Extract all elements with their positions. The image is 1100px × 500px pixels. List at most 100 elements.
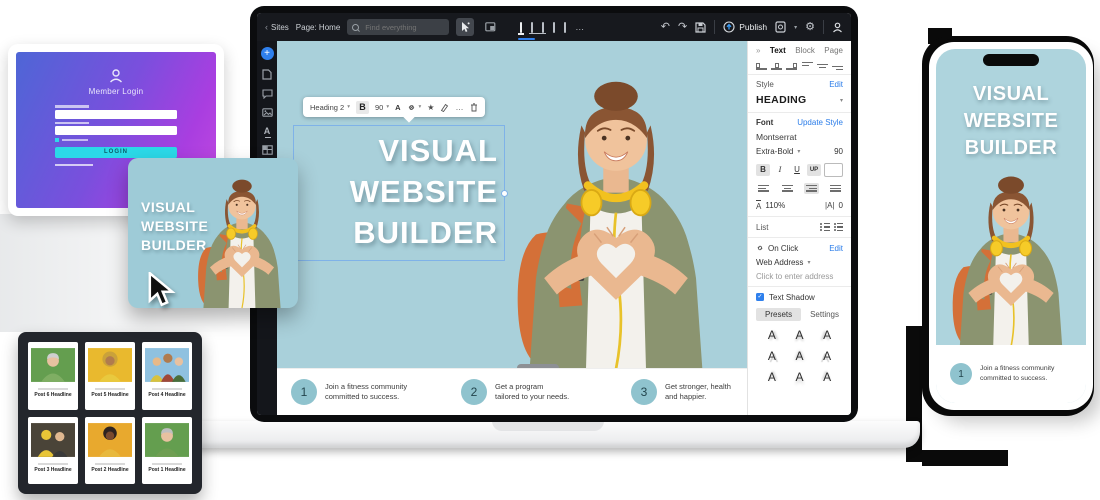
login-button[interactable]: Login — [55, 147, 177, 158]
letter-spacing-value[interactable]: 0 — [839, 201, 843, 210]
laptop-preview-button[interactable] — [531, 23, 533, 32]
tab-text[interactable]: Text — [770, 46, 786, 55]
username-field[interactable] — [55, 110, 177, 119]
step-item-2[interactable]: 2 Get a program tailored to your needs. — [461, 379, 631, 405]
post-card[interactable]: Post 5 Headline — [85, 342, 135, 410]
bold-button[interactable]: B — [356, 101, 369, 114]
shadow-preset-option[interactable]: A — [813, 328, 841, 342]
web-address-dropdown[interactable]: Web Address — [756, 258, 803, 267]
account-avatar-icon[interactable] — [832, 22, 843, 33]
align-object-center-icon[interactable] — [771, 61, 782, 70]
hero-heading-text[interactable]: VISUAL WEBSITE BUILDER — [350, 130, 498, 253]
align-object-left-icon[interactable] — [756, 61, 767, 70]
publish-button[interactable]: Publish — [723, 21, 767, 33]
update-style-link[interactable]: Update Style — [797, 118, 843, 127]
phone-preview-button[interactable] — [564, 23, 566, 32]
steps-section[interactable]: 1 Join a fitness community committed to … — [277, 368, 747, 415]
password-field[interactable] — [55, 126, 177, 135]
resize-handle-right[interactable] — [501, 190, 508, 197]
tab-page[interactable]: Page — [824, 46, 843, 55]
style-dropdown-value[interactable]: HEADING — [756, 94, 807, 106]
add-element-button[interactable]: + — [261, 47, 274, 60]
tablet-preview-button[interactable] — [542, 23, 544, 32]
align-text-center-button[interactable] — [780, 183, 795, 194]
tab-block[interactable]: Block — [795, 46, 815, 55]
presets-tab[interactable]: Presets — [756, 308, 801, 321]
save-icon[interactable] — [695, 22, 706, 33]
more-options-button[interactable]: … — [455, 103, 464, 112]
font-size-value[interactable]: 90 — [834, 147, 843, 156]
underline-toggle[interactable]: U — [790, 164, 804, 176]
settings-gear-icon[interactable]: ⚙ — [805, 22, 815, 33]
signup-link[interactable] — [55, 164, 93, 167]
shadow-preset-option[interactable]: A — [758, 370, 786, 384]
shadow-preset-option[interactable]: A — [786, 370, 814, 384]
text-shadow-checkbox[interactable]: ✓ — [756, 293, 764, 301]
address-placeholder[interactable]: Click to enter address — [756, 272, 833, 281]
post-card[interactable]: Post 6 Headline — [28, 342, 78, 410]
post-card[interactable]: Post 4 Headline — [142, 342, 192, 410]
more-devices-button[interactable]: … — [575, 22, 585, 32]
font-weight-dropdown[interactable]: Extra-Bold — [756, 147, 793, 156]
selected-text-block[interactable]: VISUAL WEBSITE BUILDER — [293, 125, 505, 261]
align-object-right-icon[interactable] — [786, 61, 797, 70]
step-item-1[interactable]: 1 Join a fitness community committed to … — [291, 379, 461, 405]
comments-icon[interactable] — [262, 89, 273, 99]
layers-tool-button[interactable] — [481, 18, 499, 36]
post-card[interactable]: Post 1 Headline — [142, 417, 192, 485]
align-top-icon[interactable] — [802, 61, 813, 70]
shadow-preset-option[interactable]: A — [813, 349, 841, 363]
bold-toggle[interactable]: B — [756, 164, 770, 176]
align-text-left-button[interactable] — [756, 183, 771, 194]
link-icon[interactable] — [407, 103, 416, 112]
line-height-value[interactable]: 110% — [765, 201, 785, 210]
hero-woman-image[interactable] — [473, 69, 747, 369]
style-painter-icon[interactable] — [440, 103, 449, 112]
text-tool-icon[interactable]: A — [264, 126, 271, 136]
align-middle-icon[interactable] — [817, 61, 828, 70]
on-click-edit-link[interactable]: Edit — [829, 244, 843, 253]
post-card[interactable]: Post 2 Headline — [85, 417, 135, 485]
preview-caret-icon[interactable]: ▾ — [794, 24, 797, 31]
search-box[interactable] — [347, 19, 449, 35]
remember-me-row[interactable] — [55, 138, 177, 142]
layout-grid-icon[interactable] — [262, 145, 273, 155]
settings-tab[interactable]: Settings — [806, 308, 843, 321]
desktop-preview-button[interactable] — [520, 23, 522, 32]
select-tool-button[interactable] — [456, 18, 474, 36]
page-menu[interactable]: Page: Home — [296, 23, 340, 32]
font-name-dropdown[interactable]: Montserrat — [756, 132, 797, 142]
shadow-preset-option[interactable]: A — [758, 328, 786, 342]
redo-button[interactable]: ↷ — [678, 22, 687, 33]
search-input[interactable] — [363, 22, 437, 33]
sites-button[interactable]: Sites — [271, 23, 289, 32]
italic-toggle[interactable]: I — [773, 164, 787, 176]
undo-button[interactable]: ↶ — [661, 22, 670, 33]
step-item-3[interactable]: 3 Get stronger, health and happier. — [631, 379, 747, 405]
heading-style-dropdown[interactable]: Heading 2 — [310, 103, 344, 112]
text-color-button[interactable]: A — [395, 103, 400, 112]
pages-icon[interactable] — [262, 69, 272, 80]
numbered-list-icon[interactable] — [834, 223, 843, 231]
preview-page-icon[interactable] — [775, 21, 786, 33]
post-card[interactable]: Post 3 Headline — [28, 417, 78, 485]
collapse-panel-button[interactable]: » — [756, 46, 760, 55]
chevron-down-icon[interactable]: ▾ — [840, 97, 843, 104]
design-canvas[interactable]: Heading 2 ▾ B 90 ▾ A ▾ ★ … — [277, 41, 747, 415]
media-icon[interactable] — [262, 108, 273, 117]
align-bottom-icon[interactable] — [832, 61, 843, 70]
text-color-swatch[interactable] — [824, 163, 843, 177]
justify-text-button[interactable] — [828, 183, 843, 194]
effects-star-icon[interactable]: ★ — [427, 103, 434, 112]
tablet-landscape-preview-button[interactable] — [553, 23, 555, 32]
align-text-right-button[interactable] — [804, 183, 819, 194]
delete-trash-icon[interactable] — [470, 103, 478, 112]
shadow-preset-option[interactable]: A — [813, 370, 841, 384]
shadow-preset-option[interactable]: A — [786, 349, 814, 363]
uppercase-toggle[interactable]: UP — [807, 164, 821, 176]
font-size-dropdown[interactable]: 90 — [375, 103, 383, 112]
shadow-preset-option[interactable]: A — [758, 349, 786, 363]
style-edit-link[interactable]: Edit — [829, 80, 843, 89]
shadow-preset-option[interactable]: A — [786, 328, 814, 342]
bullet-list-icon[interactable] — [820, 223, 829, 231]
